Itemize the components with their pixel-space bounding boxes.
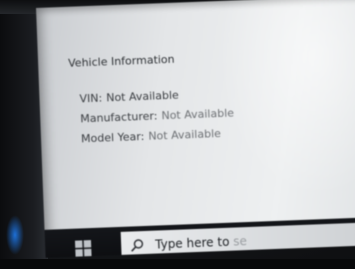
search-icon (129, 237, 146, 254)
taskbar: Type here to se (44, 216, 355, 258)
model-year-label: Model Year: (80, 129, 145, 146)
manufacturer-value: Not Available (161, 106, 235, 123)
monitor-screen: Vehicle Information VIN: Not Available Ma… (36, 0, 355, 258)
taskbar-search-box[interactable]: Type here to se (120, 222, 355, 258)
vin-value: Not Available (105, 88, 179, 105)
start-button[interactable] (63, 236, 104, 258)
monitor-bezel-bottom (0, 259, 355, 269)
photo-frame: Vehicle Information VIN: Not Available Ma… (0, 0, 355, 269)
manufacturer-label: Manufacturer: (80, 109, 158, 126)
manufacturer-row: Manufacturer: Not Available (80, 106, 234, 125)
vin-label: VIN: (79, 91, 103, 106)
blue-light-glow (6, 215, 24, 255)
vin-row: VIN: Not Available (79, 89, 179, 106)
panel-title: Vehicle Information (67, 52, 175, 70)
model-year-row: Model Year: Not Available (81, 127, 221, 145)
vehicle-information-panel: Vehicle Information VIN: Not Available Ma… (51, 31, 355, 213)
model-year-value: Not Available (148, 127, 222, 143)
search-placeholder: Type here to se (155, 234, 247, 252)
search-placeholder-text: Type here to (154, 234, 230, 252)
windows-logo-icon (74, 240, 92, 257)
search-placeholder-faded-text: se (232, 234, 248, 249)
